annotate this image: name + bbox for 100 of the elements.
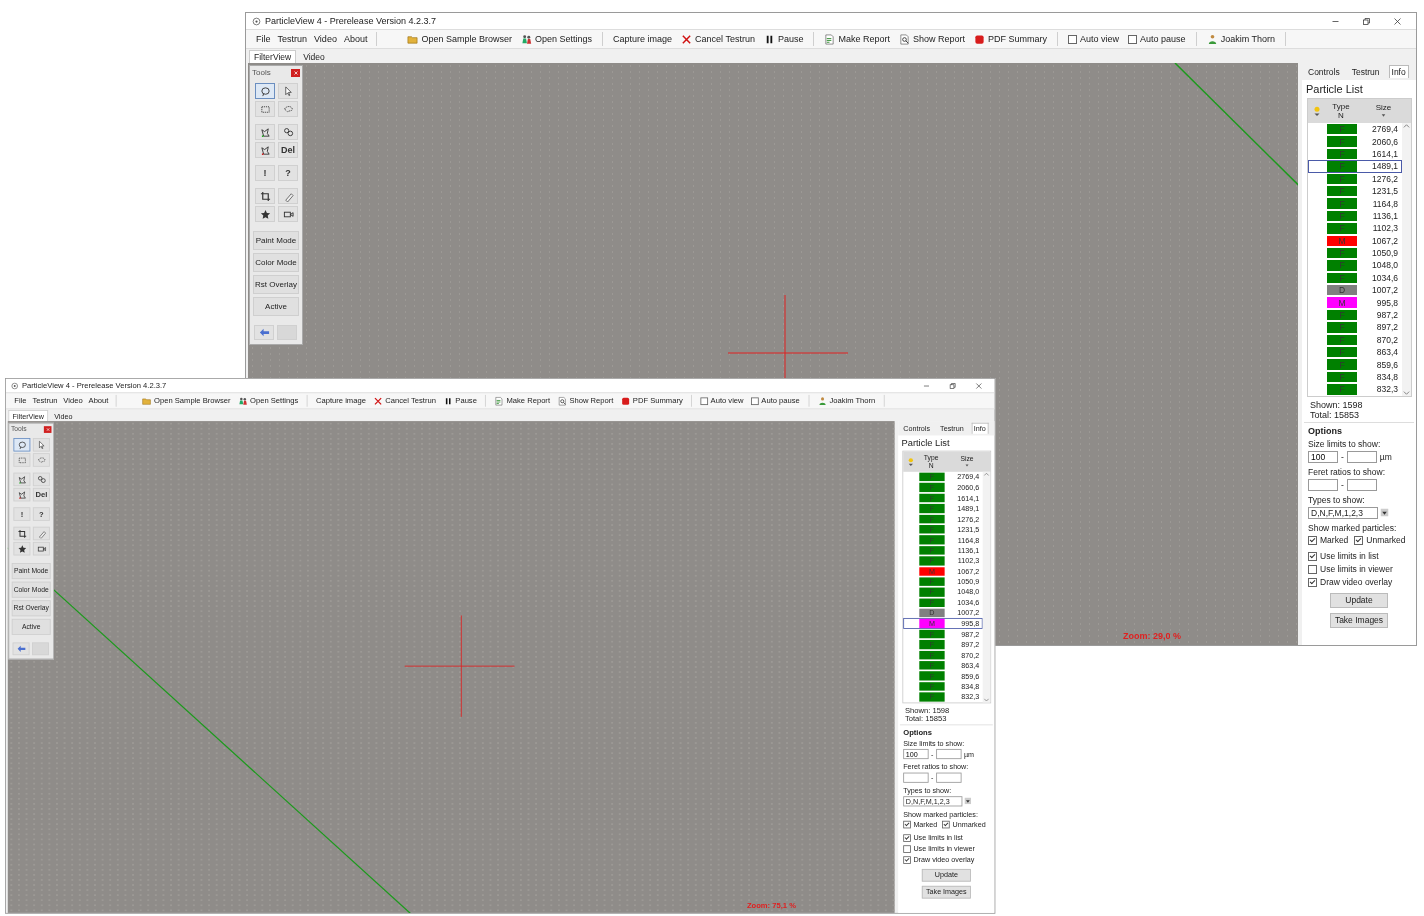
toolbar-checkbox[interactable]: Auto pause: [1127, 33, 1187, 45]
list-row[interactable]: D 1007,2: [1308, 284, 1402, 297]
tool-button[interactable]: [255, 188, 275, 204]
side-tab[interactable]: Testrun: [1348, 64, 1383, 79]
checkbox[interactable]: [1308, 577, 1317, 587]
list-row[interactable]: F 1102,3: [1308, 222, 1402, 235]
toolbar-button[interactable]: Cancel Testrun: [680, 32, 756, 46]
side-tab[interactable]: Controls: [1305, 64, 1343, 79]
tool-button[interactable]: [13, 526, 31, 541]
pointer-icon: [36, 440, 46, 450]
tool-button[interactable]: [278, 206, 298, 222]
list-row[interactable]: M 1067,2: [1308, 234, 1402, 247]
toolbar-button[interactable]: PDF Summary: [973, 32, 1049, 46]
checkbox[interactable]: [1128, 34, 1138, 44]
scroll-down-icon[interactable]: [1403, 388, 1410, 396]
mode-button[interactable]: Paint Mode: [253, 231, 299, 250]
checkbox[interactable]: [1068, 34, 1078, 44]
tool-button[interactable]: ?: [278, 165, 298, 181]
toolbar-button[interactable]: Joakim Thorn: [1205, 32, 1276, 46]
list-row[interactable]: F 1231,5: [1308, 184, 1402, 198]
list-row[interactable]: F 1034,6: [1308, 271, 1402, 285]
checkbox[interactable]: [903, 844, 911, 853]
checkbox[interactable]: [942, 820, 950, 829]
size-min-field[interactable]: 100: [1308, 450, 1338, 463]
tool-button[interactable]: [255, 206, 275, 222]
checkbox[interactable]: [903, 820, 911, 829]
toolbar-button[interactable]: Open Settings: [519, 32, 593, 46]
tool-button[interactable]: [255, 124, 275, 140]
checkbox-option[interactable]: Use limits in list: [1308, 550, 1379, 562]
nav-button[interactable]: [254, 325, 274, 340]
checkbox[interactable]: [903, 855, 911, 864]
scrollbar[interactable]: [1402, 123, 1411, 396]
list-row[interactable]: F 1489,1: [1308, 160, 1402, 173]
menu-item[interactable]: Testrun: [277, 34, 308, 44]
mode-button[interactable]: Color Mode: [253, 253, 299, 272]
list-row[interactable]: F 2769,4: [1308, 123, 1402, 136]
checkbox[interactable]: [1308, 535, 1317, 545]
toolbar-button[interactable]: Capture image: [612, 33, 674, 45]
size-max-field[interactable]: [936, 748, 962, 759]
menu-item[interactable]: Video: [314, 34, 337, 44]
checkbox[interactable]: [700, 397, 709, 405]
side-tab[interactable]: Info: [1388, 65, 1409, 78]
list-row[interactable]: F 2060,6: [1308, 135, 1402, 148]
column-header[interactable]: Type N: [1332, 102, 1350, 120]
tool-button[interactable]: [32, 541, 50, 556]
tool-button[interactable]: [278, 124, 298, 140]
view-tab[interactable]: Video: [298, 50, 330, 63]
list-row[interactable]: F 987,2: [1308, 308, 1402, 322]
action-button[interactable]: Update: [1330, 592, 1388, 608]
close-button[interactable]: [291, 68, 300, 77]
menu-item[interactable]: About: [343, 34, 368, 44]
tool-button[interactable]: Del: [278, 142, 298, 158]
checkbox[interactable]: [1354, 535, 1364, 545]
list-row[interactable]: F 832,3: [1308, 383, 1402, 396]
scroll-up-icon[interactable]: [983, 471, 990, 478]
checkbox[interactable]: [1308, 551, 1317, 561]
toolbar-button[interactable]: Make Report: [823, 32, 891, 46]
list-row[interactable]: F 859,6: [1308, 358, 1402, 371]
list-row[interactable]: F 870,2: [1308, 333, 1402, 347]
column-header[interactable]: Size: [1375, 103, 1392, 119]
checkbox-option[interactable]: Draw video overlay: [1308, 576, 1393, 588]
list-row[interactable]: F 897,2: [1308, 321, 1402, 334]
mode-button[interactable]: Rst Overlay: [253, 275, 299, 294]
checkbox-option[interactable]: Unmarked: [1354, 534, 1406, 546]
checkbox-option[interactable]: Use limits in viewer: [1308, 563, 1393, 575]
tool-button[interactable]: [255, 142, 275, 158]
list-row[interactable]: F 834,8: [1308, 370, 1402, 384]
view-tab[interactable]: FilterView: [249, 50, 297, 63]
checkbox[interactable]: [1308, 564, 1317, 574]
toolbar-checkbox[interactable]: Auto view: [1067, 33, 1121, 45]
toolbar-button[interactable]: Show Report: [898, 32, 967, 46]
checkbox[interactable]: [903, 833, 911, 842]
list-row[interactable]: F 1276,2: [1308, 172, 1402, 185]
feret-max-field[interactable]: [936, 772, 962, 783]
checkbox-option[interactable]: Marked: [1308, 534, 1349, 546]
close-button[interactable]: [43, 425, 52, 433]
scrollbar[interactable]: [982, 471, 991, 703]
list-row[interactable]: F 1048,0: [1308, 259, 1402, 272]
feret-min-field[interactable]: [1308, 478, 1338, 491]
menu-item[interactable]: File: [256, 34, 271, 44]
tool-button[interactable]: [255, 83, 275, 99]
toolbar-button[interactable]: Pause: [762, 32, 805, 46]
nav-button[interactable]: [12, 642, 30, 656]
feret-min-field[interactable]: [903, 772, 929, 783]
action-button[interactable]: Take Images: [1330, 612, 1388, 628]
size-max-field[interactable]: [1346, 450, 1377, 463]
toolbar-button[interactable]: Open Sample Browser: [406, 32, 513, 46]
tool-button[interactable]: [13, 541, 31, 556]
list-row[interactable]: F 1164,8: [1308, 197, 1402, 210]
list-row[interactable]: F 1050,9: [1308, 246, 1402, 260]
mode-button[interactable]: Active: [253, 297, 299, 316]
list-row[interactable]: F 1136,1: [1308, 209, 1402, 223]
list-row[interactable]: F 863,4: [1308, 346, 1402, 359]
scroll-up-icon[interactable]: [1403, 123, 1410, 130]
list-row[interactable]: M 995,8: [1308, 296, 1402, 309]
checkbox[interactable]: [751, 397, 759, 405]
tool-button[interactable]: !: [255, 165, 275, 181]
types-field[interactable]: D,N,F,M,1,2,3: [1308, 506, 1378, 519]
feret-max-field[interactable]: [1346, 478, 1377, 491]
list-row[interactable]: F 1614,1: [1308, 147, 1402, 161]
